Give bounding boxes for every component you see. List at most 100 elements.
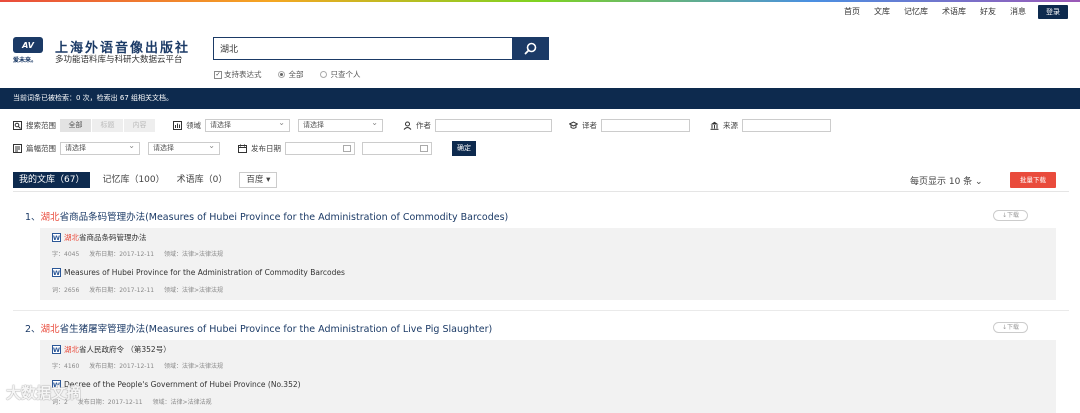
tab-memory[interactable]: 记忆库（100） [102, 172, 164, 188]
scope-all-label: 全部 [288, 70, 304, 79]
date-label: 发布日期 [251, 144, 281, 153]
calendar-icon [343, 145, 351, 152]
word-doc-icon: W [52, 380, 61, 389]
calendar-icon [238, 144, 247, 153]
tab-my-library[interactable]: 我的文库（67） [13, 172, 91, 188]
tab-terminology[interactable]: 术语库（0） [177, 172, 228, 188]
nav-messages[interactable]: 消息 [1010, 5, 1026, 19]
scope-personal-label: 只查个人 [330, 70, 361, 79]
source-label: 来源 [723, 121, 738, 130]
scope-all-radio[interactable] [277, 71, 285, 78]
nav-terminology[interactable]: 术语库 [942, 5, 966, 19]
translator-icon [569, 121, 578, 130]
result-title[interactable]: 1、湖北省商品条码管理办法(Measures of Hubei Province… [25, 209, 508, 223]
nav-library[interactable]: 文库 [874, 5, 890, 19]
tabs-divider [13, 191, 1069, 192]
entry-count: 词：2 [52, 399, 68, 406]
result-title[interactable]: 2、湖北省生猪屠宰管理办法(Measures of Hubei Province… [25, 321, 492, 335]
download-button[interactable]: ↓下载 [993, 322, 1028, 333]
scope-label: 搜索范围 [26, 121, 56, 130]
logo-mark: AV [13, 37, 43, 53]
search-input[interactable] [213, 37, 513, 60]
entry-meta: 词：2 发布日期：2017-12-11 领域：法律>法律法规 [52, 397, 220, 406]
domain-label: 领域 [186, 121, 201, 130]
scope-all-tab[interactable]: 全部 [60, 119, 92, 132]
result-divider [13, 310, 1069, 311]
entry-domain: 领域：法律>法律法规 [152, 399, 212, 406]
calendar-icon [420, 145, 428, 152]
baidu-dropdown[interactable]: 百度 ▾ [239, 172, 278, 188]
length-range-icon [13, 144, 22, 153]
entry-count: 字：4160 [52, 363, 80, 370]
brand-subtitle: 多功能语料库与科研大数据云平台 [55, 55, 183, 65]
entry-meta: 字：4160 发布日期：2017-12-11 领域：法律>法律法规 [52, 361, 231, 370]
search-button[interactable] [512, 37, 549, 60]
entry-link[interactable]: W 湖北 省人民政府令 （第352号） [52, 344, 171, 355]
length-select-2[interactable]: 请选择 [148, 140, 220, 155]
status-bar: 当前词条已被检索：0 次，检索出 67 组相关文档。 [0, 88, 1080, 109]
entry-title: 省商品条码管理办法 [79, 233, 147, 242]
regex-label: 支持表达式 [224, 70, 262, 79]
domain-select-2[interactable]: 请选择 [298, 117, 383, 132]
word-doc-icon: W [52, 268, 61, 277]
entry-highlight: 湖北 [64, 345, 79, 354]
date-start-input[interactable] [285, 142, 355, 155]
logo[interactable]: AV 爱未来。 [13, 37, 47, 64]
entry-count: 字：4045 [52, 251, 80, 258]
nav-memory[interactable]: 记忆库 [904, 5, 928, 19]
date-end-input[interactable] [362, 142, 432, 155]
translator-label: 译者 [582, 121, 597, 130]
logo-subtext: 爱未来。 [13, 57, 38, 64]
domain-icon [173, 121, 182, 130]
regex-option[interactable]: ✓ 支持表达式 [214, 69, 262, 80]
confirm-button[interactable]: 确定 [452, 141, 476, 156]
scope-all-option[interactable]: 全部 [277, 69, 304, 80]
batch-download-button[interactable]: 批量下载 [1010, 172, 1056, 188]
scope-personal-option[interactable]: 只查个人 [319, 69, 361, 80]
filter-row-1: 搜索范围 全部 标题 内容 领域 请选择 请选择 作者 译者 来源 [13, 117, 831, 132]
result-index: 1、 [25, 212, 41, 223]
search-options: ✓ 支持表达式 全部 只查个人 [214, 69, 377, 80]
entry-date: 发布日期：2017-12-11 [89, 251, 155, 258]
author-label: 作者 [416, 121, 431, 130]
entry-link[interactable]: W 湖北 省商品条码管理办法 [52, 232, 147, 243]
entry-title: Measures of Hubei Province for the Admin… [64, 268, 345, 277]
result-title-text: 省生猪屠宰管理办法(Measures of Hubei Province for… [59, 324, 493, 335]
entry-link[interactable]: W Decree of the People's Government of H… [52, 380, 301, 389]
entry-date: 发布日期：2017-12-11 [89, 363, 155, 370]
nav-friends[interactable]: 好友 [980, 5, 996, 19]
result-title-text: 省商品条码管理办法(Measures of Hubei Province for… [59, 212, 509, 223]
per-page-select[interactable]: 每页显示 10 条 ⌄ [910, 174, 983, 187]
domain-select-1[interactable]: 请选择 [205, 117, 290, 132]
download-button[interactable]: ↓下载 [993, 210, 1028, 221]
entry-title: Decree of the People's Government of Hub… [64, 380, 301, 389]
author-icon [403, 121, 412, 130]
scope-content-tab[interactable]: 内容 [124, 119, 156, 132]
entry-count: 词：2656 [52, 287, 80, 294]
scope-title-tab[interactable]: 标题 [92, 119, 124, 132]
entry-meta: 字：4045 发布日期：2017-12-11 领域：法律>法律法规 [52, 249, 231, 258]
scope-segment: 全部 标题 内容 [60, 119, 156, 132]
filter-row-2: 篇幅范围 请选择 请选择 发布日期 确定 [13, 140, 476, 156]
word-doc-icon: W [52, 233, 61, 242]
word-doc-icon: W [52, 345, 61, 354]
scope-personal-radio[interactable] [319, 71, 327, 78]
result-entries: W 湖北 省商品条码管理办法 字：4045 发布日期：2017-12-11 领域：… [40, 228, 1056, 300]
result-highlight: 湖北 [40, 324, 60, 335]
library-tabs: 我的文库（67） 记忆库（100） 术语库（0） 百度 ▾ [13, 172, 278, 188]
regex-checkbox[interactable]: ✓ [214, 70, 222, 79]
length-select-1[interactable]: 请选择 [60, 140, 140, 155]
entry-domain: 领域：法律>法律法规 [164, 287, 224, 294]
entry-domain: 领域：法律>法律法规 [164, 363, 224, 370]
author-input[interactable] [435, 119, 552, 132]
search-icon [524, 42, 537, 55]
nav-home[interactable]: 首页 [844, 5, 860, 19]
entry-title: 省人民政府令 （第352号） [79, 345, 171, 354]
entry-domain: 领域：法律>法律法规 [164, 251, 224, 258]
result-highlight: 湖北 [40, 212, 60, 223]
translator-input[interactable] [601, 119, 690, 132]
top-navigation: 首页 文库 记忆库 术语库 好友 消息 登录 [830, 5, 1068, 19]
login-button[interactable]: 登录 [1038, 5, 1068, 19]
entry-link[interactable]: W Measures of Hubei Province for the Adm… [52, 268, 345, 277]
source-input[interactable] [742, 119, 831, 132]
